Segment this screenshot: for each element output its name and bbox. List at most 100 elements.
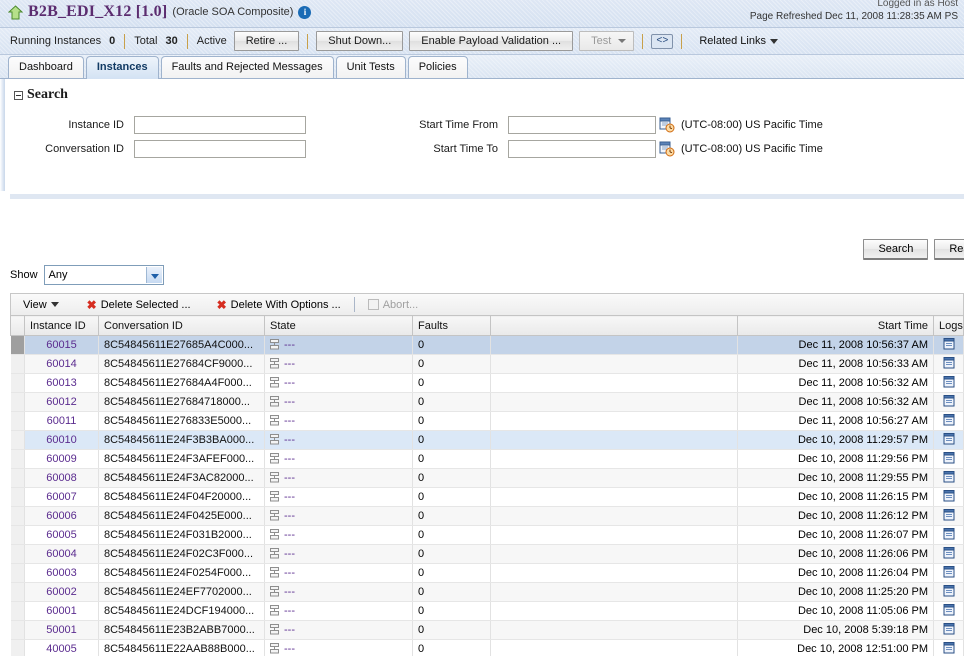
log-icon[interactable] — [943, 432, 955, 445]
abort-button[interactable]: Abort... — [362, 297, 424, 313]
row-select-marker[interactable] — [10, 487, 25, 507]
table-row[interactable]: 60013 8C54845611E27684A4F000... --- 0 Dec 11… — [10, 373, 964, 393]
search-button[interactable]: Search — [863, 239, 929, 260]
instance-id-link[interactable]: 60002 — [46, 586, 77, 598]
related-links-menu[interactable]: Related Links — [699, 35, 778, 47]
info-icon[interactable]: i — [298, 5, 312, 19]
table-row[interactable]: 60002 8C54845611E24EF7702000... --- 0 Dec 10… — [10, 582, 964, 602]
table-row[interactable]: 60010 8C54845611E24F3B3BA000... --- 0 Dec 10… — [10, 430, 964, 450]
table-row[interactable]: 60003 8C54845611E24F0254F000... --- 0 Dec 10… — [10, 563, 964, 583]
conversation-id-input[interactable] — [134, 140, 306, 158]
column-header-logs[interactable]: Logs — [933, 315, 964, 336]
reset-button[interactable]: Rese — [934, 239, 964, 260]
instance-id-link[interactable]: 60005 — [46, 529, 77, 541]
instance-id-link[interactable]: 60008 — [46, 472, 77, 484]
table-row[interactable]: 60007 8C54845611E24F04F20000... --- 0 Dec 10… — [10, 487, 964, 507]
log-icon[interactable] — [943, 603, 955, 616]
log-icon[interactable] — [943, 337, 955, 350]
row-select-marker[interactable] — [10, 506, 25, 526]
instance-id-link[interactable]: 60003 — [46, 567, 77, 579]
instance-id-link[interactable]: 60007 — [46, 491, 77, 503]
row-select-marker[interactable] — [10, 620, 25, 640]
collapse-toggle-icon[interactable] — [14, 90, 23, 100]
table-row[interactable]: 60011 8C54845611E276833E5000... --- 0 Dec 11… — [10, 411, 964, 431]
row-select-marker[interactable] — [10, 430, 25, 450]
row-select-marker[interactable] — [10, 354, 25, 374]
instance-id-link[interactable]: 60014 — [46, 358, 77, 370]
instance-id-link[interactable]: 60011 — [47, 415, 77, 427]
calendar-icon[interactable] — [659, 117, 675, 133]
table-row[interactable]: 60001 8C54845611E24DCF194000... --- 0 Dec 10… — [10, 601, 964, 621]
instance-id-link[interactable]: 40005 — [46, 643, 77, 655]
row-select-marker[interactable] — [10, 449, 25, 469]
show-select[interactable]: Any — [43, 265, 164, 285]
table-row[interactable]: 60005 8C54845611E24F031B2000... --- 0 Dec 10… — [10, 525, 964, 545]
horizontal-scrollbar[interactable] — [10, 194, 964, 199]
log-icon[interactable] — [943, 470, 955, 483]
log-icon[interactable] — [943, 451, 955, 464]
column-header-conversation-id[interactable]: Conversation ID — [98, 315, 265, 336]
tab-policies[interactable]: Policies — [407, 56, 468, 78]
enable-payload-validation-button[interactable]: Enable Payload Validation ... — [409, 31, 574, 51]
view-menu-button[interactable]: View — [17, 297, 65, 313]
table-row[interactable]: 60004 8C54845611E24F02C3F000... --- 0 Dec 10… — [10, 544, 964, 564]
table-row[interactable]: 50001 8C54845611E23B2ABB7000... --- 0 Dec 10… — [10, 620, 964, 640]
table-row[interactable]: 60009 8C54845611E24F3AFEF000... --- 0 Dec 10… — [10, 449, 964, 469]
log-icon[interactable] — [943, 413, 955, 426]
log-icon[interactable] — [943, 546, 955, 559]
table-row[interactable]: 60012 8C54845611E27684718000... --- 0 Dec 11… — [10, 392, 964, 412]
instance-id-link[interactable]: 60013 — [46, 377, 77, 389]
row-select-marker[interactable] — [10, 335, 25, 355]
row-select-marker[interactable] — [10, 582, 25, 602]
row-select-marker[interactable] — [10, 563, 25, 583]
delete-with-options-button[interactable]: ✖ Delete With Options ... — [211, 297, 347, 313]
instance-id-link[interactable]: 50001 — [46, 624, 77, 636]
tab-instances[interactable]: Instances — [85, 56, 159, 79]
log-icon[interactable] — [943, 641, 955, 654]
row-select-marker[interactable] — [10, 544, 25, 564]
log-icon[interactable] — [943, 584, 955, 597]
row-select-marker[interactable] — [10, 639, 25, 656]
instance-id-link[interactable]: 60012 — [46, 396, 77, 408]
log-icon[interactable] — [943, 622, 955, 635]
table-row[interactable]: 60008 8C54845611E24F3AC82000... --- 0 Dec 10… — [10, 468, 964, 488]
log-icon[interactable] — [943, 565, 955, 578]
retire-button[interactable]: Retire ... — [233, 31, 300, 51]
column-header-instance-id[interactable]: Instance ID — [24, 315, 99, 336]
instance-id-link[interactable]: 60006 — [46, 510, 77, 522]
instance-id-input[interactable] — [134, 116, 306, 134]
table-row[interactable]: 40005 8C54845611E22AAB88B000... --- 0 Dec 10… — [10, 639, 964, 656]
instance-id-link[interactable]: 60004 — [46, 548, 77, 560]
table-row[interactable]: 60015 8C54845611E27685A4C000... --- 0 Dec 11… — [10, 335, 964, 355]
column-header-start-time[interactable]: Start Time — [737, 315, 934, 336]
row-select-marker[interactable] — [10, 601, 25, 621]
table-row[interactable]: 60006 8C54845611E24F0425E000... --- 0 Dec 10… — [10, 506, 964, 526]
instance-id-link[interactable]: 60010 — [46, 434, 77, 446]
row-select-marker[interactable] — [10, 392, 25, 412]
start-time-from-input[interactable] — [508, 116, 656, 134]
log-icon[interactable] — [943, 489, 955, 502]
instance-id-link[interactable]: 60015 — [46, 339, 77, 351]
tab-faults-and-rejected-messages[interactable]: Faults and Rejected Messages — [160, 56, 334, 78]
row-select-marker[interactable] — [10, 411, 25, 431]
log-icon[interactable] — [943, 356, 955, 369]
test-button[interactable]: Test — [579, 31, 635, 51]
table-row[interactable]: 60014 8C54845611E27684CF9000... --- 0 Dec 11… — [10, 354, 964, 374]
instance-id-link[interactable]: 60001 — [46, 605, 77, 617]
log-icon[interactable] — [943, 527, 955, 540]
row-select-marker[interactable] — [10, 468, 25, 488]
column-header-state[interactable]: State — [264, 315, 413, 336]
row-select-marker[interactable] — [10, 525, 25, 545]
log-icon[interactable] — [943, 508, 955, 521]
row-select-marker[interactable] — [10, 373, 25, 393]
log-icon[interactable] — [943, 394, 955, 407]
shut-down-button[interactable]: Shut Down... — [316, 31, 404, 51]
calendar-icon[interactable] — [659, 141, 675, 157]
column-header-faults[interactable]: Faults — [412, 315, 491, 336]
delete-selected-button[interactable]: ✖ Delete Selected ... — [81, 297, 197, 313]
log-icon[interactable] — [943, 375, 955, 388]
start-time-to-input[interactable] — [508, 140, 656, 158]
instance-id-link[interactable]: 60009 — [46, 453, 77, 465]
source-code-icon-button[interactable]: <> — [651, 33, 674, 49]
tab-unit-tests[interactable]: Unit Tests — [335, 56, 406, 78]
